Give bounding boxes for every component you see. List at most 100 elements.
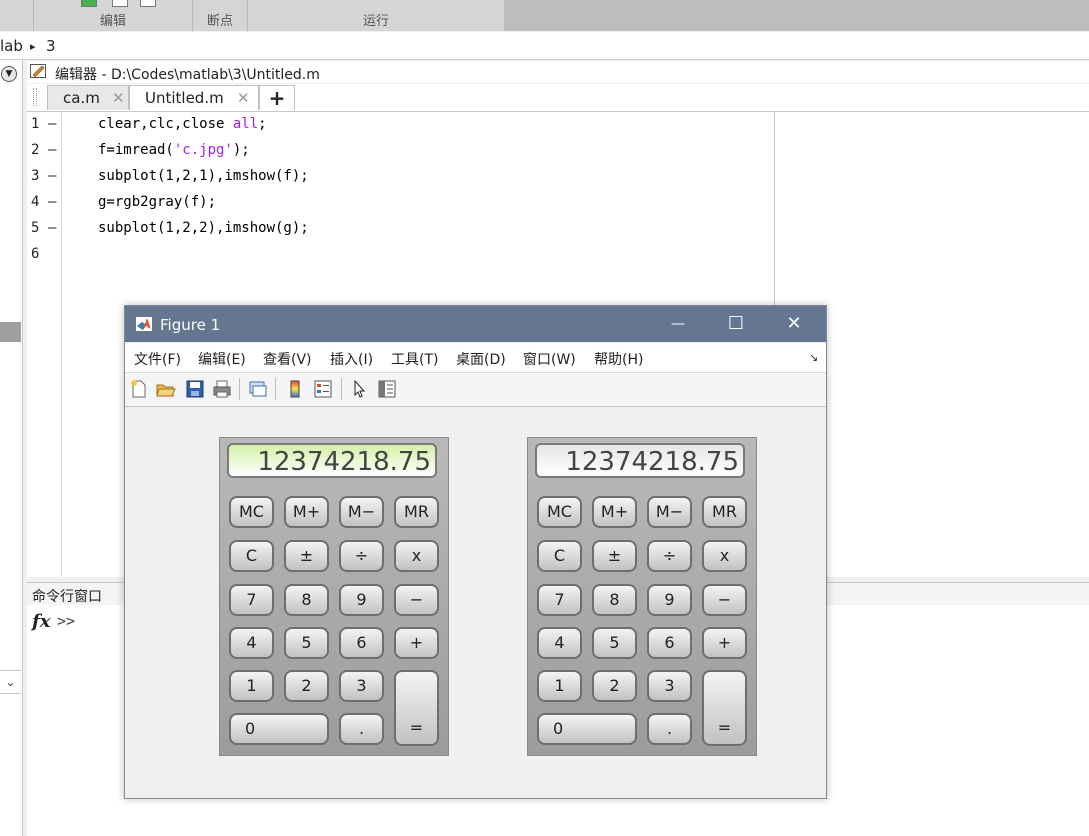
- toolstrip-filler: [505, 0, 1089, 31]
- address-segment[interactable]: 3: [46, 37, 56, 55]
- key-5: 5: [284, 627, 329, 659]
- figure-title-bar[interactable]: Figure 1 — ☐ ✕: [125, 306, 826, 342]
- address-bar[interactable]: lab ▸ 3: [0, 32, 1089, 60]
- key-divide: ÷: [339, 540, 384, 572]
- indent-icon[interactable]: [112, 0, 128, 7]
- key-mr: MR: [702, 496, 747, 528]
- key-c: C: [537, 540, 582, 572]
- link-plot-icon[interactable]: [248, 379, 268, 399]
- key-multiply: x: [394, 540, 439, 572]
- breakpoint-dash[interactable]: —: [48, 220, 56, 236]
- calculator-image-original: 12374218.75 MC M+ M− MR C ± ÷ x 7 8 9 − …: [219, 437, 449, 756]
- line-number-gutter: 1— 2— 3— 4— 5— 6: [27, 112, 62, 577]
- panel-selection-marker: [0, 322, 21, 342]
- line-number: 6: [31, 246, 40, 262]
- chevron-down-icon[interactable]: ⌄: [0, 670, 21, 694]
- code-line[interactable]: g=rgb2gray(f);: [98, 194, 216, 210]
- key-plus-minus: ±: [592, 540, 637, 572]
- outdent-icon[interactable]: [140, 0, 156, 7]
- comment-icon[interactable]: [81, 0, 97, 7]
- line-number: 3—: [31, 168, 57, 184]
- key-minus: −: [394, 584, 439, 616]
- new-figure-icon[interactable]: [129, 379, 149, 399]
- property-inspector-icon[interactable]: [377, 379, 397, 399]
- pointer-icon[interactable]: [350, 379, 370, 399]
- legend-icon[interactable]: [313, 379, 333, 399]
- drag-handle-icon[interactable]: [33, 88, 37, 106]
- code-line[interactable]: subplot(1,2,1),imshow(f);: [98, 168, 309, 184]
- tab-label: ca.m: [63, 89, 100, 107]
- menu-file[interactable]: 文件(F): [134, 349, 181, 369]
- minimize-button[interactable]: —: [650, 306, 706, 342]
- key-7: 7: [229, 584, 274, 616]
- colorbar-icon[interactable]: [285, 379, 305, 399]
- toolbar-separator: [239, 378, 240, 400]
- toolstrip-group-breakpoints: 断点: [193, 0, 248, 31]
- breakpoint-dash[interactable]: —: [48, 116, 56, 132]
- menu-help[interactable]: 帮助(H): [594, 349, 643, 369]
- menu-view[interactable]: 查看(V): [263, 349, 312, 369]
- code-line[interactable]: f=imread('c.jpg');: [98, 142, 250, 158]
- line-number: 5—: [31, 220, 57, 236]
- key-m-plus: M+: [284, 496, 329, 528]
- key-3: 3: [647, 670, 692, 702]
- tab-untitled-m[interactable]: Untitled.m ✕: [129, 85, 259, 110]
- key-plus: +: [394, 627, 439, 659]
- chevron-down-icon[interactable]: ▼: [1, 66, 17, 82]
- menu-tools[interactable]: 工具(T): [391, 349, 438, 369]
- line-number: 4—: [31, 194, 57, 210]
- figure-menu-bar: 文件(F) 编辑(E) 查看(V) 插入(I) 工具(T) 桌面(D) 窗口(W…: [125, 343, 826, 373]
- key-mr: MR: [394, 496, 439, 528]
- breakpoint-dash[interactable]: —: [48, 194, 56, 210]
- save-icon[interactable]: [185, 379, 205, 399]
- breakpoint-dash[interactable]: —: [48, 168, 56, 184]
- editor-tab-bar: ca.m ✕ Untitled.m ✕ +: [27, 84, 1089, 112]
- tab-label: Untitled.m: [145, 89, 224, 107]
- key-dot: .: [339, 713, 384, 745]
- matlab-logo-icon: [136, 317, 152, 331]
- key-2: 2: [284, 670, 329, 702]
- line-number: 1—: [31, 116, 57, 132]
- toolstrip: 编辑 断点 运行: [0, 0, 1089, 31]
- key-m-minus: M−: [339, 496, 384, 528]
- menu-insert[interactable]: 插入(I): [330, 349, 373, 369]
- key-5: 5: [592, 627, 637, 659]
- code-line[interactable]: subplot(1,2,2),imshow(g);: [98, 220, 309, 236]
- toolstrip-group-blank: [0, 0, 34, 31]
- key-divide: ÷: [647, 540, 692, 572]
- dock-arrow-icon[interactable]: ↘: [809, 351, 818, 364]
- address-separator-icon: ▸: [30, 40, 36, 53]
- editor-title-bar: 编辑器 - D:\Codes\matlab\3\Untitled.m: [27, 61, 1089, 83]
- key-minus: −: [702, 584, 747, 616]
- add-tab-button[interactable]: +: [259, 85, 295, 110]
- command-window-title: 命令行窗口: [32, 589, 102, 605]
- close-icon[interactable]: ✕: [112, 89, 125, 107]
- key-multiply: x: [702, 540, 747, 572]
- menu-desktop[interactable]: 桌面(D): [456, 349, 506, 369]
- print-icon[interactable]: [212, 379, 232, 399]
- figure-toolbar: [125, 373, 826, 407]
- key-6: 6: [339, 627, 384, 659]
- key-m-plus: M+: [592, 496, 637, 528]
- menu-edit[interactable]: 编辑(E): [198, 349, 246, 369]
- key-dot: .: [647, 713, 692, 745]
- toolbar-separator: [341, 378, 342, 400]
- open-file-icon[interactable]: [156, 379, 176, 399]
- key-3: 3: [339, 670, 384, 702]
- close-button[interactable]: ✕: [766, 306, 822, 342]
- line-number: 2—: [31, 142, 57, 158]
- function-browser-icon[interactable]: fx: [32, 611, 50, 632]
- maximize-button[interactable]: ☐: [708, 306, 764, 342]
- key-8: 8: [284, 584, 329, 616]
- toolstrip-group-edit: 编辑: [34, 0, 193, 31]
- code-line[interactable]: clear,clc,close all;: [98, 116, 267, 132]
- key-equals: =: [702, 670, 747, 746]
- key-c: C: [229, 540, 274, 572]
- calculator-display: 12374218.75: [227, 443, 437, 478]
- key-equals: =: [394, 670, 439, 746]
- breakpoint-dash[interactable]: —: [48, 142, 56, 158]
- menu-window[interactable]: 窗口(W): [523, 349, 576, 369]
- address-segment[interactable]: lab: [0, 37, 23, 55]
- tab-ca-m[interactable]: ca.m ✕: [47, 85, 129, 110]
- close-icon[interactable]: ✕: [237, 89, 250, 107]
